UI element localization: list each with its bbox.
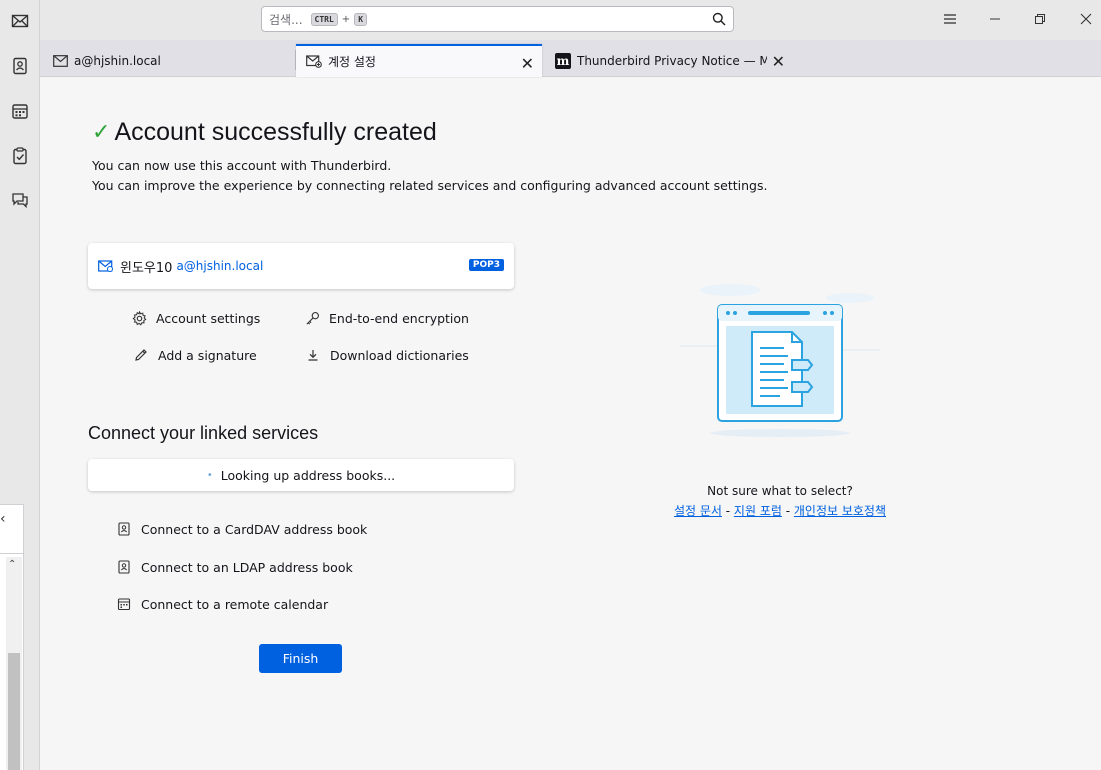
description-line-1: You can now use this account with Thunde… [92,158,392,173]
mail-space-button[interactable] [5,6,35,36]
account-settings-link[interactable]: Account settings [131,310,260,326]
scroll-up-icon[interactable]: ⌃ [8,559,16,570]
finish-button[interactable]: Finish [259,644,342,673]
hamburger-menu-icon [944,14,956,24]
connect-carddav-link[interactable]: Connect to a CardDAV address book [116,521,367,537]
scrollbar[interactable]: ⌃ [6,557,22,770]
connect-remote-calendar-link[interactable]: Connect to a remote calendar [116,596,328,612]
search-icon[interactable] [712,12,726,26]
account-setup-page: ✓ Account successfully created You can n… [40,78,1101,770]
end-to-end-encryption-label: End-to-end encryption [329,310,469,326]
shortcut-key-ctrl: CTRL [310,12,338,26]
tasks-space-button[interactable] [5,141,35,171]
document-illustration [680,284,880,437]
chat-icon [12,193,28,209]
calendar-icon [12,104,28,119]
search-placeholder: 검색... [269,12,303,27]
link-separator: - [721,504,734,518]
key-icon [304,310,320,326]
gear-icon [131,310,147,326]
privacy-policy-link[interactable]: 개인정보 보호정책 [794,504,886,518]
calendar-space-button[interactable] [5,96,35,126]
download-dictionaries-label: Download dictionaries [330,347,469,363]
minimize-icon [990,18,1000,20]
titlebar: 검색... CTRL + K [40,0,1101,40]
envelope-icon [52,53,68,69]
linked-services-title: Connect your linked services [88,423,319,443]
connect-ldap-link[interactable]: Connect to an LDAP address book [116,559,353,575]
close-icon [1080,13,1092,25]
checkmark-icon: ✓ [92,120,111,145]
help-section: Not sure what to select? 설정 문서 - 지원 포럼 -… [600,484,960,519]
tab-label: Thunderbird Privacy Notice — Mozilla [577,53,767,68]
tab-label: a@hjshin.local [74,53,161,68]
account-envelope-icon [98,259,113,272]
address-book-space-button[interactable] [5,51,35,81]
help-question: Not sure what to select? [707,484,853,498]
calendar-icon [116,596,132,612]
lookup-status-label: Looking up address books... [220,467,396,483]
add-signature-link[interactable]: Add a signature [133,347,257,363]
pencil-icon [133,347,149,363]
scrollbar-thumb[interactable] [8,653,20,770]
add-signature-label: Add a signature [158,347,257,363]
shortcut-plus: + [341,13,351,25]
address-book-lookup-status: • Looking up address books... [88,459,514,491]
connect-ldap-label: Connect to an LDAP address book [141,559,353,575]
connect-remote-calendar-label: Connect to a remote calendar [141,596,329,612]
address-book-icon [116,521,132,537]
account-settings-label: Account settings [156,310,261,326]
tab-account-setup[interactable]: 계정 설정 ✕ [296,44,542,77]
close-window-button[interactable] [1075,8,1097,30]
account-name: 윈도우10 [120,260,173,276]
link-separator: - [781,504,794,518]
account-type-badge: POP3 [468,259,504,271]
mozilla-m-icon: m [555,52,571,69]
setup-docs-link[interactable]: 설정 문서 [674,504,722,518]
account-card[interactable]: 윈도우10 a@hjshin.local POP3 [88,243,514,289]
restore-button[interactable] [1029,8,1051,30]
account-email: a@hjshin.local [176,259,264,273]
support-forum-link[interactable]: 지원 포럼 [734,504,782,518]
chat-space-button[interactable] [5,185,35,215]
page-title: Account successfully created [114,118,437,146]
close-tab-icon[interactable]: ✕ [772,52,785,71]
tab-mail[interactable]: a@hjshin.local [42,44,294,77]
collapsed-side-panel: ‹ ⌃ [0,504,24,770]
close-tab-icon[interactable]: ✕ [521,54,534,73]
download-dictionaries-link[interactable]: Download dictionaries [305,347,469,363]
tab-privacy-notice[interactable]: m Thunderbird Privacy Notice — Mozilla ✕ [545,44,795,77]
account-setup-icon [306,54,322,70]
search-input[interactable]: 검색... CTRL + K [261,6,734,32]
tab-strip: a@hjshin.local 계정 설정 ✕ m Thunderbird Pri… [40,40,1101,77]
shortcut-key-k: K [354,12,368,26]
success-heading: ✓ Account successfully created [92,118,437,147]
end-to-end-encryption-link[interactable]: End-to-end encryption [304,310,469,326]
envelope-icon [11,14,29,28]
address-book-icon [13,57,27,75]
tab-label: 계정 설정 [328,55,376,69]
restore-icon [1035,14,1045,24]
chevron-left-icon[interactable]: ‹ [0,511,6,527]
connect-carddav-label: Connect to a CardDAV address book [141,521,368,537]
tasks-icon [13,147,27,165]
loading-spinner-icon: • [206,469,213,481]
app-menu-button[interactable] [939,8,961,30]
description-line-2: You can improve the experience by connec… [92,178,768,193]
download-icon [305,347,321,363]
address-book-icon [116,559,132,575]
minimize-button[interactable] [984,8,1006,30]
